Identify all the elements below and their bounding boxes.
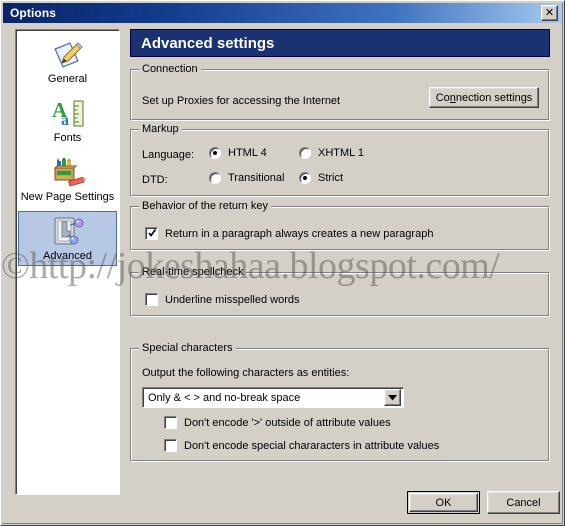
sidebar-item-label: New Page Settings xyxy=(20,191,115,203)
pencil-paper-icon xyxy=(19,39,116,71)
spellcheck-group: Real-time spellcheck Underline misspelle… xyxy=(130,267,550,317)
checkbox-label: Don't encode special chararacters in att… xyxy=(184,439,440,452)
sidebar-item-label: Advanced xyxy=(43,250,92,262)
connection-settings-button-label: Connection settings xyxy=(435,91,533,104)
return-key-group: Behavior of the return key Return in a p… xyxy=(130,201,550,251)
network-switch-icon xyxy=(19,216,116,248)
sidebar-item-new-page-settings[interactable]: New Page Settings xyxy=(18,152,117,207)
svg-text:a: a xyxy=(61,112,69,129)
entities-dropdown-value: Only & < > and no-break space xyxy=(148,391,301,404)
radio-dtd-transitional[interactable]: Transitional xyxy=(209,172,284,184)
close-button[interactable]: ✕ xyxy=(541,5,558,21)
sidebar-item-fonts[interactable]: A a Fonts xyxy=(18,93,117,148)
radio-language-html4[interactable]: HTML 4 xyxy=(209,147,267,159)
radio-label: Transitional xyxy=(228,172,285,184)
sidebar-item-general[interactable]: General xyxy=(18,34,117,89)
checkbox-indicator xyxy=(145,227,158,240)
checkbox-label: Return in a paragraph always creates a n… xyxy=(165,227,434,240)
radio-language-xhtml1[interactable]: XHTML 1 xyxy=(299,147,364,159)
spellcheck-group-title: Real-time spellcheck xyxy=(139,267,247,278)
checkbox-dont-encode-attr[interactable]: Don't encode special chararacters in att… xyxy=(164,439,439,452)
special-characters-description: Output the following characters as entit… xyxy=(142,367,350,379)
window-title: Options xyxy=(10,6,57,20)
page-header-banner: Advanced settings xyxy=(130,29,550,57)
options-dialog-window: Options ✕ General A a Fonts New Page Set… xyxy=(0,0,565,526)
ok-button[interactable]: OK xyxy=(407,491,480,514)
radio-indicator xyxy=(299,172,311,184)
title-bar[interactable]: Options ✕ xyxy=(3,3,562,23)
special-characters-group: Special characters Output the following … xyxy=(130,343,550,462)
checkbox-indicator xyxy=(164,416,177,429)
ok-button-label: OK xyxy=(435,496,452,509)
dialog-client-area: General A a Fonts New Page Settings Adva… xyxy=(3,23,562,523)
radio-indicator xyxy=(209,172,221,184)
category-sidebar: General A a Fonts New Page Settings Adva… xyxy=(15,29,120,495)
sidebar-item-label: Fonts xyxy=(53,132,82,144)
connection-group: Connection Set up Proxies for accessing … xyxy=(130,64,550,121)
special-characters-group-title: Special characters xyxy=(139,343,236,354)
close-icon: ✕ xyxy=(544,6,555,19)
markup-group-title: Markup xyxy=(139,124,182,135)
crayon-box-icon xyxy=(19,157,116,189)
connection-settings-button[interactable]: Connection settings xyxy=(429,87,539,108)
font-ruler-icon: A a xyxy=(19,98,116,130)
chevron-down-icon[interactable] xyxy=(384,389,401,406)
sidebar-item-advanced[interactable]: Advanced xyxy=(18,211,117,266)
radio-label: XHTML 1 xyxy=(318,147,365,159)
radio-label: HTML 4 xyxy=(228,147,267,159)
dtd-label: DTD: xyxy=(142,174,168,186)
connection-description: Set up Proxies for accessing the Interne… xyxy=(142,95,341,107)
radio-label: Strict xyxy=(318,172,344,184)
checkbox-indicator xyxy=(145,293,158,306)
radio-indicator xyxy=(299,147,311,159)
return-key-group-title: Behavior of the return key xyxy=(139,201,271,212)
sidebar-item-label: General xyxy=(47,73,88,85)
checkbox-label: Don't encode '>' outside of attribute va… xyxy=(184,416,391,429)
cancel-button[interactable]: Cancel xyxy=(487,491,560,514)
radio-indicator xyxy=(209,147,221,159)
connection-group-title: Connection xyxy=(139,64,201,75)
checkbox-return-creates-paragraph[interactable]: Return in a paragraph always creates a n… xyxy=(145,227,433,240)
ok-button-face: OK xyxy=(409,493,478,512)
checkbox-underline-misspelled[interactable]: Underline misspelled words xyxy=(145,293,300,306)
markup-group: Markup Language: DTD: HTML 4 XHTML 1 Tra… xyxy=(130,124,550,197)
checkbox-indicator xyxy=(164,439,177,452)
checkbox-dont-encode-gt[interactable]: Don't encode '>' outside of attribute va… xyxy=(164,416,391,429)
radio-dtd-strict[interactable]: Strict xyxy=(299,172,343,184)
language-label: Language: xyxy=(142,149,194,161)
page-title: Advanced settings xyxy=(141,34,275,52)
entities-dropdown[interactable]: Only & < > and no-break space xyxy=(142,387,404,408)
cancel-button-label: Cancel xyxy=(506,496,541,509)
settings-pane: Advanced settings Connection Set up Prox… xyxy=(130,29,560,523)
checkbox-label: Underline misspelled words xyxy=(165,293,300,306)
